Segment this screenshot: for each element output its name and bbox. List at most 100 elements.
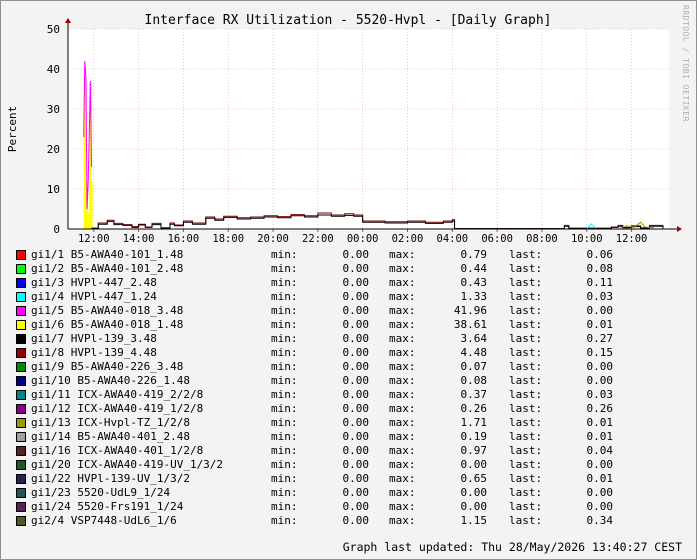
legend-row: gi1/6 B5-AWA40-018_1.48 min: 0.00 max: 38.61…	[15, 318, 685, 332]
y-tick-label: 20	[47, 143, 60, 156]
legend-max-label: max:	[389, 416, 416, 429]
legend-max-value: 1.71	[460, 416, 488, 429]
legend-swatch	[16, 250, 26, 260]
legend-name: gi2/4 VSP7448-UdL6_1/6	[31, 514, 177, 527]
x-tick-label: 14:00	[123, 233, 155, 245]
legend-last-value: 0.01	[586, 430, 614, 443]
legend-min-value: 0.00	[342, 346, 370, 359]
legend-min-label: min:	[271, 332, 298, 345]
legend-min-label: min:	[271, 444, 298, 457]
legend-swatch	[16, 446, 26, 456]
legend-min-value: 0.00	[342, 276, 370, 289]
chart-title: Interface RX Utilization - 5520-Hvpl - […	[145, 13, 552, 28]
legend-row: gi1/3 HVPl-447_2.48 min: 0.00 max: 0.43 last:…	[15, 276, 685, 290]
legend-swatch	[16, 264, 26, 274]
legend-row: gi1/10 B5-AWA40-226_1.48 min: 0.00 max: 0.08…	[15, 374, 685, 388]
legend-last-value: 0.04	[586, 444, 614, 457]
legend-row: gi1/23 5520-UdL9_1/24 min: 0.00 max: 0.00 las…	[15, 486, 685, 500]
legend-max-value: 0.08	[460, 374, 488, 387]
legend-min-value: 0.00	[342, 318, 370, 331]
legend-max-value: 0.44	[460, 262, 488, 275]
y-tick-label: 10	[47, 183, 60, 196]
legend-max-value: 1.15	[460, 514, 488, 527]
legend-name: gi1/23 5520-UdL9_1/24	[31, 486, 171, 499]
legend-min-label: min:	[271, 500, 298, 513]
legend-row: gi1/7 HVPl-139_3.48 min: 0.00 max: 3.64 last:…	[15, 332, 685, 346]
legend-min-label: min:	[271, 430, 298, 443]
legend-name: gi1/24 5520-Frs191_1/24	[31, 500, 184, 513]
legend-last-value: 0.03	[586, 290, 614, 303]
legend-name: gi1/12 ICX-AWA40-419_1/2/8	[31, 402, 204, 415]
x-tick-label: 08:00	[526, 233, 558, 245]
legend-row: gi1/16 ICX-AWA40-401_1/2/8 min: 0.00 max: 0.…	[15, 444, 685, 458]
legend-min-value: 0.00	[342, 374, 370, 387]
legend-max-value: 0.26	[460, 402, 488, 415]
legend-last-value: 0.00	[586, 458, 614, 471]
legend-last-label: last:	[509, 290, 543, 303]
y-tick-label: 50	[47, 23, 60, 36]
legend-last-value: 0.01	[586, 416, 614, 429]
y-axis-arrow	[65, 18, 71, 23]
legend-max-label: max:	[389, 332, 416, 345]
legend-swatch	[16, 306, 26, 316]
legend-min-value: 0.00	[342, 444, 370, 457]
legend-swatch	[16, 292, 26, 302]
legend-name: gi1/11 ICX-AWA40-419_2/2/8	[31, 388, 204, 401]
legend-max-value: 0.07	[460, 360, 488, 373]
legend-last-label: last:	[509, 262, 543, 275]
x-tick-label: 12:00	[616, 233, 648, 245]
legend-max-label: max:	[389, 276, 416, 289]
legend-min-label: min:	[271, 514, 298, 527]
legend-name: gi1/22 HVPl-139-UV_1/3/2	[31, 472, 190, 485]
legend-name: gi1/10 B5-AWA40-226_1.48	[31, 374, 190, 387]
y-tick-label: 40	[47, 63, 60, 76]
legend-name: gi1/8 HVPl-139_4.48	[31, 346, 157, 359]
legend-max-label: max:	[389, 374, 416, 387]
legend-swatch	[16, 362, 26, 372]
legend-row: gi1/2 B5-AWA40-101_2.48 min: 0.00 max: 0.44 l…	[15, 262, 685, 276]
legend-max-label: max:	[389, 402, 416, 415]
chart-svg: 0 10 20 30 40 50 12:00 14:00 16:00 18:00 20:00 22:0…	[6, 13, 682, 245]
legend-min-value: 0.00	[342, 304, 370, 317]
legend-max-label: max:	[389, 318, 416, 331]
legend-name: gi1/6 B5-AWA40-018_1.48	[31, 318, 184, 331]
legend-max-label: max:	[389, 346, 416, 359]
legend-last-value: 0.11	[586, 276, 614, 289]
legend-name: gi1/4 HVPl-447_1.24	[31, 290, 157, 303]
legend-max-label: max:	[389, 290, 416, 303]
legend-min-value: 0.00	[342, 290, 370, 303]
x-tick-label: 06:00	[481, 233, 513, 245]
legend-last-label: last:	[509, 444, 543, 457]
plot-area	[68, 29, 669, 229]
legend-row: gi1/22 HVPl-139-UV_1/3/2 min: 0.00 max: 0.65…	[15, 472, 685, 486]
legend-swatch	[16, 502, 26, 512]
legend-min-label: min:	[271, 262, 298, 275]
legend-last-value: 0.03	[586, 388, 614, 401]
legend-min-value: 0.00	[342, 402, 370, 415]
legend-row: gi1/8 HVPl-139_4.48 min: 0.00 max: 4.48 last:…	[15, 346, 685, 360]
rrdtool-watermark: RRDTOOL / TOBI OETIKER	[681, 5, 690, 122]
legend-max-label: max:	[389, 388, 416, 401]
legend-last-label: last:	[509, 346, 543, 359]
legend-max-label: max:	[389, 500, 416, 513]
legend-name: gi1/2 B5-AWA40-101_2.48	[31, 262, 184, 275]
legend-last-label: last:	[509, 276, 543, 289]
legend-min-value: 0.00	[342, 248, 370, 261]
legend-last-value: 0.01	[586, 472, 614, 485]
legend-max-value: 0.00	[460, 500, 488, 513]
legend-min-label: min:	[271, 388, 298, 401]
legend-last-label: last:	[509, 472, 543, 485]
legend-last-label: last:	[509, 416, 543, 429]
x-tick-label: 10:00	[571, 233, 603, 245]
last-updated-text: Graph last updated: Thu 28/May/2026 13:4…	[342, 540, 682, 554]
legend-max-label: max:	[389, 444, 416, 457]
legend-name: gi1/3 HVPl-447_2.48	[31, 276, 157, 289]
x-tick-label: 22:00	[302, 233, 334, 245]
legend-swatch	[16, 376, 26, 386]
legend-max-value: 0.00	[460, 486, 488, 499]
legend-last-label: last:	[509, 332, 543, 345]
legend-min-value: 0.00	[342, 388, 370, 401]
legend-swatch	[16, 404, 26, 414]
legend-row: gi1/4 HVPl-447_1.24 min: 0.00 max: 1.33 last:…	[15, 290, 685, 304]
legend-min-label: min:	[271, 304, 298, 317]
